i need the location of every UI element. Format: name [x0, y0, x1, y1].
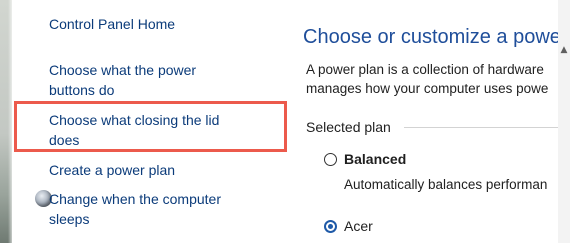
radio-acer[interactable] — [324, 220, 337, 233]
radio-balanced[interactable] — [324, 153, 337, 166]
nav-link-power-buttons[interactable]: Choose what the power buttons do — [49, 60, 239, 100]
page-description: A power plan is a collection of hardware… — [306, 60, 570, 98]
section-divider — [404, 127, 570, 128]
description-line-1: A power plan is a collection of hardware — [306, 62, 544, 77]
plan-name-acer[interactable]: Acer — [344, 217, 373, 235]
selected-plan-label: Selected plan — [306, 119, 391, 135]
scroll-up-arrow-icon[interactable]: ▲ — [558, 44, 570, 56]
scrollbar[interactable] — [558, 0, 570, 243]
desktop-edge — [0, 0, 12, 243]
nav-link-change-sleep[interactable]: Change when the computer sleeps — [49, 189, 239, 229]
plan-description-balanced: Automatically balances performan — [344, 177, 548, 192]
nav-link-control-panel-home[interactable]: Control Panel Home — [49, 14, 269, 34]
page-title: Choose or customize a power p — [303, 26, 570, 48]
plan-name-balanced[interactable]: Balanced — [344, 150, 406, 168]
nav-link-create-power-plan[interactable]: Create a power plan — [49, 160, 269, 180]
description-line-2: manages how your computer uses powe — [306, 81, 549, 96]
highlight-box — [14, 101, 287, 152]
